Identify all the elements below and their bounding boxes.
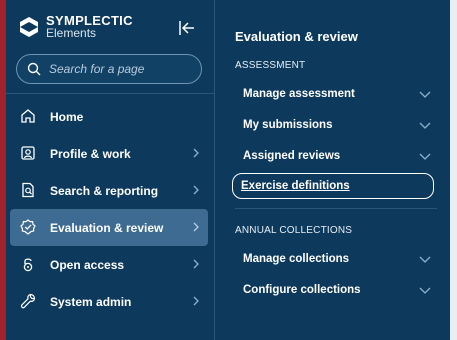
- sidebar-item-search-reporting[interactable]: Search & reporting: [10, 172, 208, 209]
- chevron-down-icon: [419, 256, 431, 263]
- sidebar-item-open-access[interactable]: Open access: [10, 246, 208, 283]
- sidebar-divider: [6, 93, 214, 94]
- panel-title: Evaluation & review: [235, 29, 358, 44]
- sidebar-item-system-admin[interactable]: System admin: [10, 283, 208, 320]
- section-label-annual-collections: ANNUAL COLLECTIONS: [235, 225, 353, 236]
- search-icon: [27, 62, 41, 76]
- report-icon: [22, 182, 34, 198]
- brand-logo[interactable]: SYMPLECTIC Elements: [18, 14, 133, 40]
- menu-item-configure-collections[interactable]: Configure collections: [235, 277, 437, 303]
- chevron-down-icon: [419, 122, 431, 129]
- sidebar-item-label: Evaluation & review: [50, 220, 164, 235]
- menu-item-assigned-reviews[interactable]: Assigned reviews: [235, 143, 437, 169]
- badge-check-icon: [20, 219, 36, 235]
- menu-item-label: Exercise definitions: [241, 180, 350, 192]
- symplectic-logo-icon: [20, 17, 38, 37]
- menu-item-manage-collections[interactable]: Manage collections: [235, 246, 437, 272]
- chevron-right-icon: [193, 296, 199, 306]
- wrench-icon: [20, 293, 36, 309]
- menu-item-my-submissions[interactable]: My submissions: [235, 112, 437, 138]
- chevron-down-icon: [419, 287, 431, 294]
- menu-item-label: My submissions: [243, 119, 333, 131]
- search-input[interactable]: [47, 61, 191, 77]
- profile-icon: [21, 146, 35, 160]
- collapse-sidebar-icon[interactable]: [178, 19, 196, 37]
- home-icon: [21, 109, 35, 123]
- chevron-right-icon: [193, 259, 199, 269]
- page-background-strip: [450, 0, 457, 340]
- navigation-menu: SYMPLECTIC Elements Home: [6, 0, 450, 340]
- menu-item-manage-assessment[interactable]: Manage assessment: [235, 81, 437, 107]
- sidebar-item-label: Search & reporting: [50, 183, 159, 198]
- sidebar-nav: Home Profile & work Search & reporting E…: [6, 98, 214, 320]
- chevron-right-icon: [193, 148, 199, 158]
- section-divider: [235, 208, 437, 209]
- menu-item-label: Manage collections: [243, 253, 350, 265]
- menu-item-label: Assigned reviews: [243, 150, 341, 162]
- sidebar-item-label: System admin: [50, 294, 132, 309]
- lock-icon: [23, 258, 33, 272]
- section-label-assessment: ASSESSMENT: [235, 60, 306, 71]
- chevron-down-icon: [419, 91, 431, 98]
- chevron-right-icon: [193, 185, 199, 195]
- sidebar-item-label: Open access: [50, 257, 125, 272]
- menu-item-label: Configure collections: [243, 284, 361, 296]
- menu-item-label: Manage assessment: [243, 88, 355, 100]
- sidebar-item-profile-work[interactable]: Profile & work: [10, 135, 208, 172]
- sidebar-item-label: Home: [50, 109, 84, 124]
- sidebar-item-label: Profile & work: [50, 146, 131, 161]
- flyout-panel: Evaluation & review ASSESSMENT Manage as…: [215, 0, 450, 340]
- menu-item-exercise-definitions[interactable]: Exercise definitions: [232, 173, 434, 199]
- brand-name: SYMPLECTIC Elements: [46, 14, 133, 40]
- chevron-down-icon: [419, 153, 431, 160]
- search-box[interactable]: [16, 54, 202, 84]
- brand-line2: Elements: [46, 26, 97, 40]
- chevron-right-icon: [193, 222, 199, 232]
- sidebar-item-home[interactable]: Home: [10, 98, 208, 135]
- sidebar: SYMPLECTIC Elements Home: [6, 0, 214, 340]
- sidebar-item-evaluation-review[interactable]: Evaluation & review: [10, 209, 208, 246]
